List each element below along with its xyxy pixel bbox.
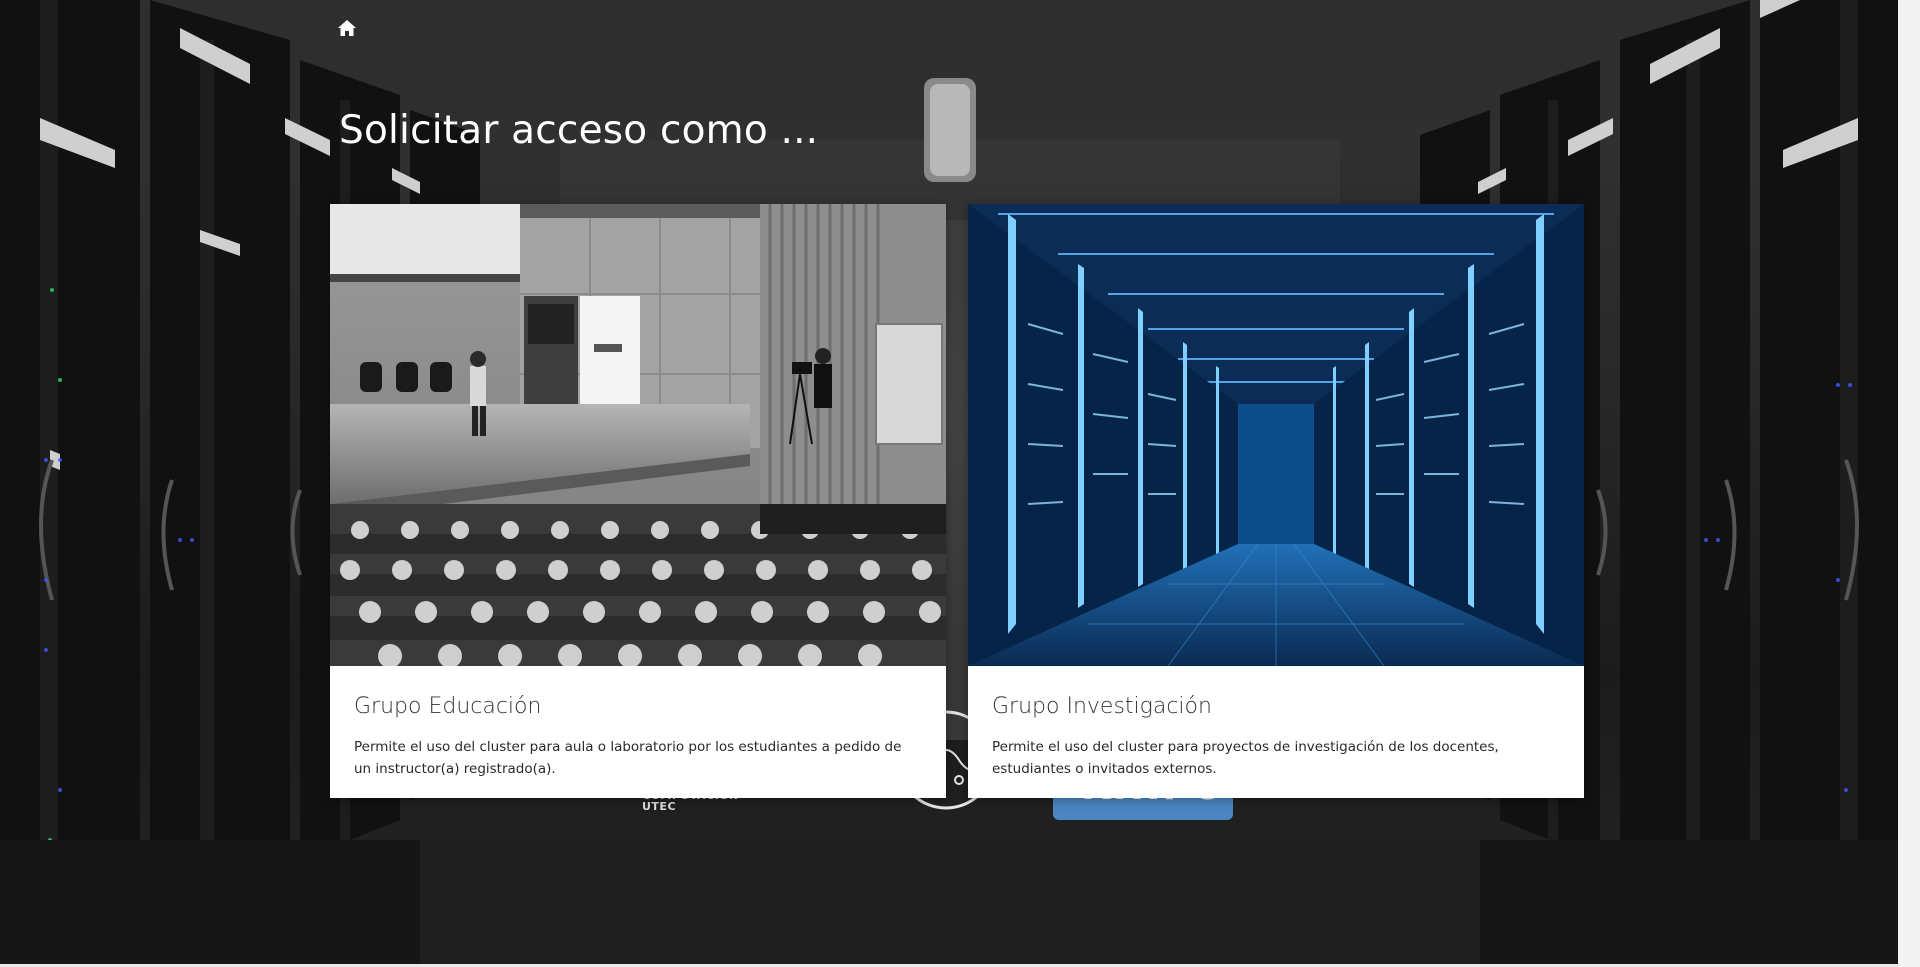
card-description-educacion: Permite el uso del cluster para aula o l… [354, 739, 902, 777]
auditorium-photo [330, 204, 946, 666]
card-body-educacion: Grupo Educación Permite el uso del clust… [330, 666, 946, 798]
card-description-investigacion: Permite el uso del cluster para proyecto… [992, 739, 1499, 777]
card-grupo-educacion[interactable]: Grupo Educación Permite el uso del clust… [330, 204, 946, 798]
card-image-auditorium [330, 204, 946, 666]
datacenter-photo [968, 204, 1584, 666]
card-body-investigacion: Grupo Investigación Permite el uso del c… [968, 666, 1584, 798]
page-viewport: Solicitar acceso como ... COMPUTACIÓN UT… [0, 0, 1898, 964]
home-button[interactable] [331, 12, 363, 44]
card-grupo-investigacion[interactable]: Grupo Investigación Permite el uso del c… [968, 204, 1584, 798]
home-icon [338, 20, 356, 36]
page-title: Solicitar acceso como ... [339, 108, 819, 153]
vertical-scrollbar[interactable] [1898, 0, 1920, 967]
card-image-datacenter [968, 204, 1584, 666]
card-title-investigacion: Grupo Investigación [992, 694, 1212, 719]
card-title-educacion: Grupo Educación [354, 694, 542, 719]
